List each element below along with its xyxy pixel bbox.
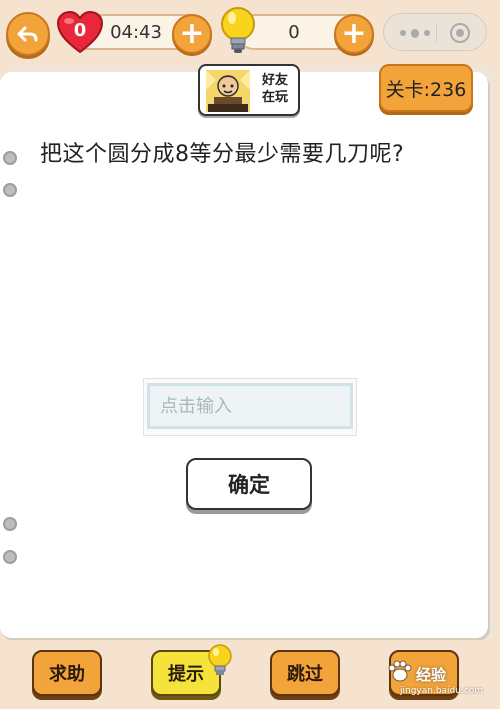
watermark-text: 经验	[416, 666, 447, 684]
lightbulb-icon	[221, 7, 255, 53]
lives-count: 0	[73, 20, 87, 41]
watermark: 经验 jingyan.baidu.com	[386, 656, 498, 700]
binder-ring	[3, 183, 17, 197]
confirm-button[interactable]: 确定	[186, 458, 312, 510]
binder-ring	[3, 550, 17, 564]
binder-ring	[3, 151, 17, 165]
friend-avatar-icon	[206, 70, 250, 112]
capsule-divider	[436, 24, 437, 42]
miniprogram-capsule	[383, 13, 487, 51]
plus-icon: +	[341, 16, 367, 51]
friends-line-2: 在玩	[261, 90, 288, 105]
level-indicator: 关卡:236	[379, 64, 473, 112]
back-arrow-icon	[17, 26, 38, 42]
life-timer: 04:43	[110, 22, 162, 43]
paw-icon	[388, 660, 412, 682]
friends-playing-badge[interactable]: 好友 在玩	[198, 64, 300, 116]
help-button[interactable]: 求助	[32, 650, 102, 696]
watermark-url: jingyan.baidu.com	[400, 686, 484, 696]
skip-button[interactable]: 跳过	[270, 650, 340, 696]
close-target-icon[interactable]	[450, 23, 470, 43]
lightbulb-icon	[208, 644, 232, 675]
add-hints-button[interactable]: +	[334, 14, 374, 54]
friends-playing-label: 好友 在玩	[252, 72, 298, 106]
plus-icon: +	[179, 16, 205, 51]
more-dots-icon[interactable]	[400, 26, 431, 40]
answer-input[interactable]	[147, 383, 353, 429]
binder-ring	[3, 517, 17, 531]
question-text: 把这个圆分成8等分最少需要几刀呢?	[40, 142, 405, 167]
add-lives-button[interactable]: +	[172, 14, 212, 54]
hint-count: 0	[288, 22, 300, 43]
friends-line-1: 好友	[261, 73, 288, 88]
back-button[interactable]	[6, 12, 50, 56]
